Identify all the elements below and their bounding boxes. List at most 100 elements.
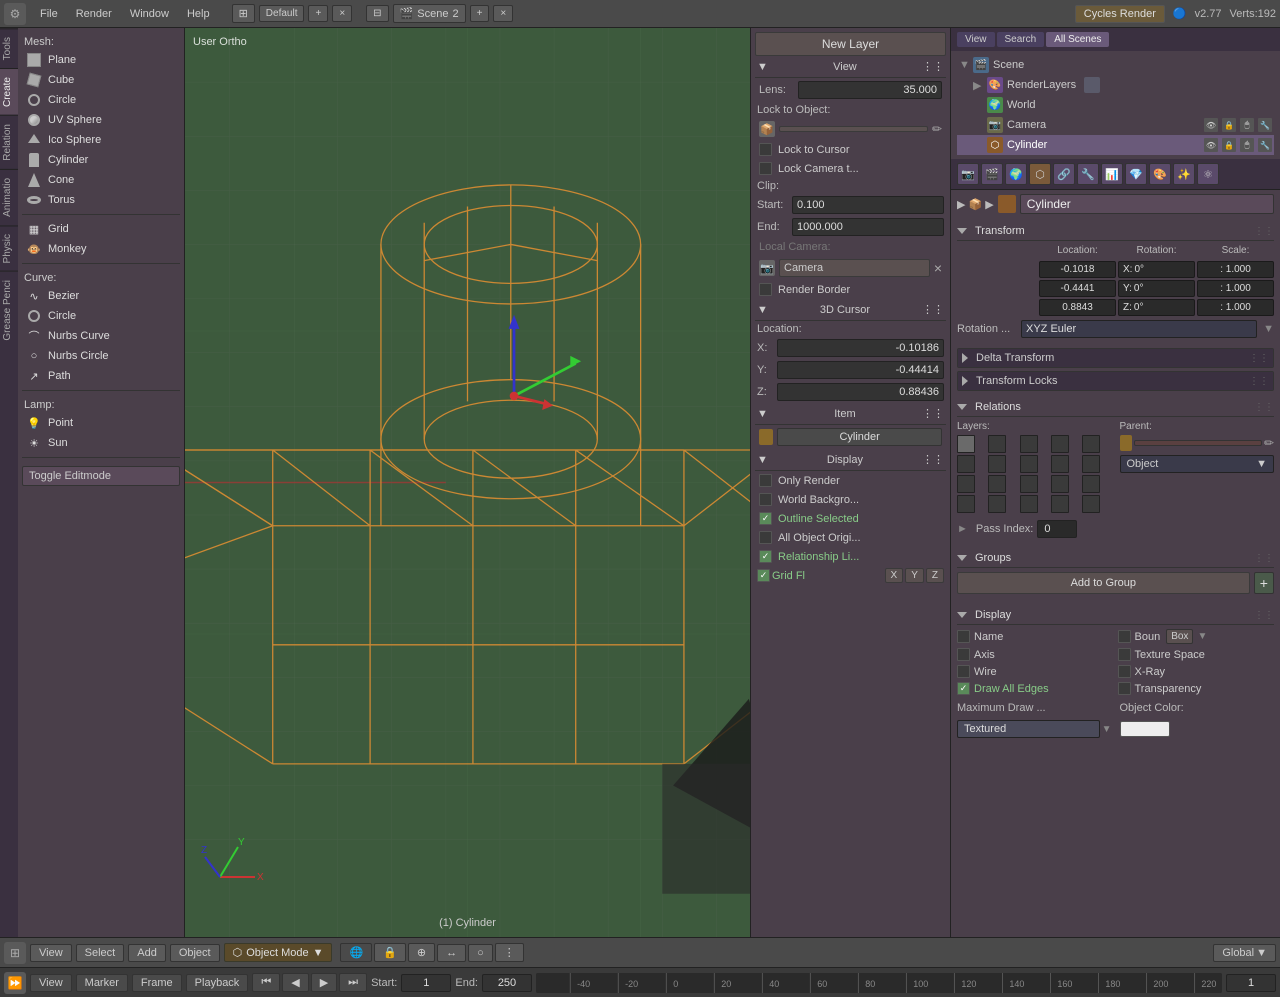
tree-renderlayers[interactable]: ▶ 🎨 RenderLayers <box>957 75 1274 95</box>
scale-y-field[interactable]: : 1.000 <box>1197 280 1274 297</box>
timeline-ruler[interactable]: -40 -20 0 20 40 60 80 100 120 140 160 18… <box>536 973 1222 993</box>
lock-pencil-icon[interactable]: ✏ <box>932 122 942 136</box>
world-bg-cb[interactable] <box>759 493 772 506</box>
btn-circle[interactable]: Circle <box>22 90 180 110</box>
layer-14-btn[interactable] <box>1051 475 1069 493</box>
display-section-header[interactable]: ▼ Display ⋮⋮ <box>755 449 946 471</box>
btn-cylinder[interactable]: Cylinder <box>22 150 180 170</box>
all-origins-row[interactable]: All Object Origi... <box>755 528 946 547</box>
cam-eye-icon[interactable]: 👁 <box>1204 118 1218 132</box>
render-border-row[interactable]: Render Border <box>755 280 946 299</box>
only-render-row[interactable]: Only Render <box>755 471 946 490</box>
cycles-render-btn[interactable]: Cycles Render <box>1075 5 1165 23</box>
relations-header[interactable]: Relations ⋮⋮ <box>957 398 1274 417</box>
tab-search[interactable]: Search <box>997 32 1045 47</box>
btn-cube[interactable]: Cube <box>22 70 180 90</box>
layer-1-btn[interactable] <box>957 435 975 453</box>
layer-19-btn[interactable] <box>1051 495 1069 513</box>
tl-frame-btn[interactable]: Frame <box>132 974 182 992</box>
only-render-cb[interactable] <box>759 474 772 487</box>
props-particle-btn[interactable]: ✨ <box>1173 163 1195 185</box>
tab-create[interactable]: Create <box>0 68 18 115</box>
menu-help[interactable]: Help <box>179 6 218 22</box>
props-texture-btn[interactable]: 🎨 <box>1149 163 1171 185</box>
layer-5-btn[interactable] <box>1082 435 1100 453</box>
global-select[interactable]: Global ▼ <box>1213 944 1276 962</box>
global-btn[interactable]: 🌐 <box>340 943 372 962</box>
btn-cone[interactable]: Cone <box>22 170 180 190</box>
props-object-btn[interactable]: ⬡ <box>1029 163 1051 185</box>
tab-tools[interactable]: Tools <box>0 28 18 68</box>
tab-grease[interactable]: Grease Penci <box>0 271 18 349</box>
cyl-lock-icon[interactable]: 🖱 <box>1240 138 1254 152</box>
layer-6-btn[interactable] <box>957 455 975 473</box>
snap-btn[interactable]: 🔒 <box>374 943 406 962</box>
remove-workspace-btn[interactable]: × <box>332 5 352 22</box>
btn-torus[interactable]: Torus <box>22 190 180 210</box>
layer-20-btn[interactable] <box>1082 495 1100 513</box>
props-constraint-btn[interactable]: 🔗 <box>1053 163 1075 185</box>
layer-18-btn[interactable] <box>1020 495 1038 513</box>
props-material-btn[interactable]: 💎 <box>1125 163 1147 185</box>
object-btn[interactable]: Object <box>170 944 220 962</box>
layer-3-btn[interactable] <box>1020 435 1038 453</box>
object-name-field[interactable] <box>1020 194 1274 214</box>
layout-btn[interactable]: ⊟ <box>366 5 388 22</box>
toggle-editmode-btn[interactable]: Toggle Editmode <box>22 466 180 486</box>
rot-x-val[interactable]: 0° <box>1134 264 1144 275</box>
display-texture-cb[interactable] <box>1118 648 1131 661</box>
relationship-cb[interactable] <box>759 550 772 563</box>
cursor-y-field[interactable]: -0.44414 <box>777 361 944 379</box>
btn-grid[interactable]: ▦ Grid <box>22 219 180 239</box>
loc-x-field[interactable]: -0.1018 <box>1039 261 1116 278</box>
current-frame-field[interactable]: 1 <box>1226 974 1276 992</box>
tree-world[interactable]: 🌍 World <box>957 95 1274 115</box>
btn-nurbs-curve[interactable]: ⌒ Nurbs Curve <box>22 326 180 346</box>
display-axis-cb[interactable] <box>957 648 970 661</box>
btn-path[interactable]: ↗ Path <box>22 366 180 386</box>
btn-point[interactable]: 💡 Point <box>22 413 180 433</box>
x-btn[interactable]: X <box>885 568 904 583</box>
cursor-section-header[interactable]: ▼ 3D Cursor ⋮⋮ <box>755 299 946 321</box>
all-origins-cb[interactable] <box>759 531 772 544</box>
lock-object-field[interactable] <box>779 126 928 132</box>
tab-physics[interactable]: Physic <box>0 225 18 271</box>
btn-uvsphere[interactable]: UV Sphere <box>22 110 180 130</box>
viewport[interactable]: User Ortho <box>185 28 750 937</box>
display-transp-cb[interactable] <box>1118 682 1131 695</box>
clip-start-field[interactable]: 0.100 <box>792 196 944 214</box>
mode-select[interactable]: ⬡ Object Mode ▼ <box>224 943 333 962</box>
cursor-z-field[interactable]: 0.88436 <box>777 383 944 401</box>
transform-header[interactable]: Transform ⋮⋮ <box>957 222 1274 241</box>
cursor-x-field[interactable]: -0.10186 <box>777 339 944 357</box>
y-btn[interactable]: Y <box>905 568 924 583</box>
pivot-btn[interactable]: ⊕ <box>408 943 435 962</box>
layer-11-btn[interactable] <box>957 475 975 493</box>
item-section-header[interactable]: ▼ Item ⋮⋮ <box>755 403 946 425</box>
tl-marker-btn[interactable]: Marker <box>76 974 128 992</box>
props-render-btn[interactable]: 📷 <box>957 163 979 185</box>
world-bg-row[interactable]: World Backgro... <box>755 490 946 509</box>
layer-7-btn[interactable] <box>988 455 1006 473</box>
object-select[interactable]: Object ▼ <box>1120 455 1275 473</box>
pass-index-field[interactable]: 0 <box>1037 520 1077 538</box>
remove-scene-btn[interactable]: × <box>493 5 513 22</box>
outline-selected-cb[interactable] <box>759 512 772 525</box>
btn-circle-curve[interactable]: Circle <box>22 306 180 326</box>
layer-15-btn[interactable] <box>1082 475 1100 493</box>
lock-camera-cb[interactable] <box>759 162 772 175</box>
view-bottom-btn[interactable]: View <box>30 944 72 962</box>
transform-locks-header[interactable]: Transform Locks ⋮⋮ <box>958 372 1273 390</box>
groups-header[interactable]: Groups ⋮⋮ <box>957 549 1274 568</box>
props-data-btn[interactable]: 📊 <box>1101 163 1123 185</box>
cam-lock-icon[interactable]: 🖱 <box>1240 118 1254 132</box>
add-scene-btn[interactable]: + <box>470 5 490 22</box>
end-frame-field[interactable]: 250 <box>482 974 532 992</box>
tab-animation[interactable]: Animatio <box>0 169 18 225</box>
tree-cylinder[interactable]: ⬡ Cylinder 👁 🔒 🖱 🔧 <box>957 135 1274 155</box>
manip-btn[interactable]: ↔ <box>437 944 466 962</box>
props-scene-btn[interactable]: 🎬 <box>981 163 1003 185</box>
menu-file[interactable]: File <box>32 6 66 22</box>
props-world-btn[interactable]: 🌍 <box>1005 163 1027 185</box>
tl-view-btn[interactable]: View <box>30 974 72 992</box>
